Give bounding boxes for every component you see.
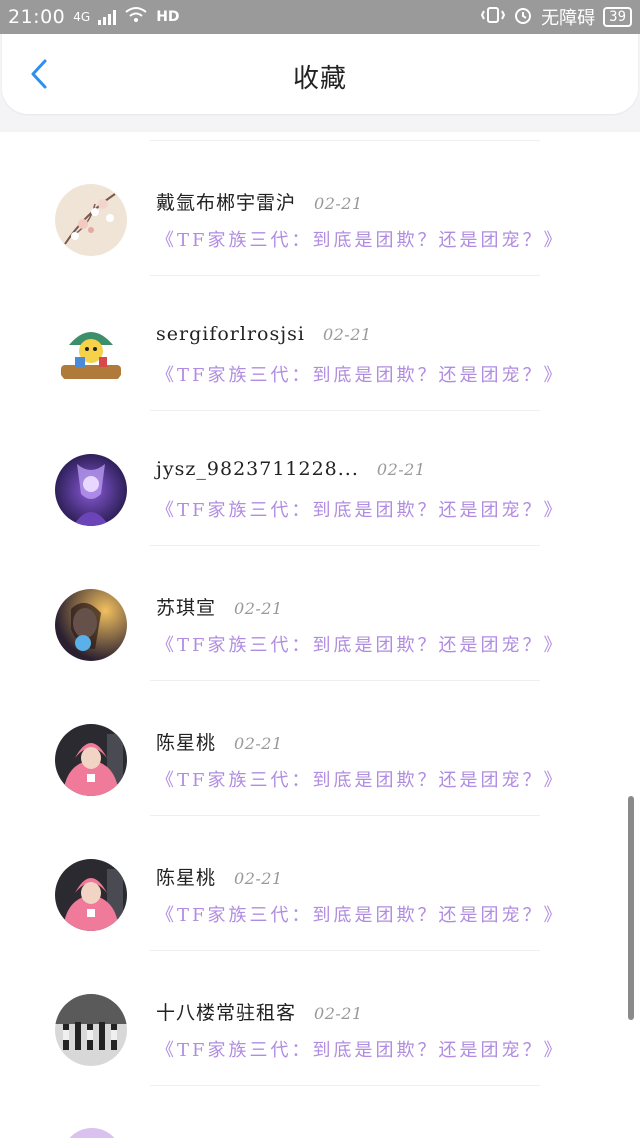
list-item[interactable]: jysz_9823711228... 02-21 《TF家族三代：到底是团欺？还是… [0, 402, 640, 546]
scrollbar[interactable] [628, 796, 634, 1020]
item-username: 苏琪宣 02-21 [156, 597, 283, 619]
status-bar: 21:00 4G HD 无障碍 39 [0, 0, 640, 34]
avatar[interactable] [55, 319, 127, 391]
favorites-list: 戴氩布郴宇雷沪 02-21 《TF家族三代：到底是团欺？还是团宠？》 sergif… [0, 132, 640, 1138]
avatar[interactable] [55, 454, 127, 526]
item-date: 02-21 [314, 194, 363, 213]
list-item[interactable]: 戴氩布郴宇雷沪 02-21 《TF家族三代：到底是团欺？还是团宠？》 [0, 132, 640, 276]
list-item[interactable]: 陈星桃 02-21 《TF家族三代：到底是团欺？还是团宠？》 [0, 807, 640, 951]
wifi-icon [124, 6, 148, 29]
list-item[interactable]: sergiforlrosjsi 02-21 《TF家族三代：到底是团欺？还是团宠？… [0, 267, 640, 411]
item-title-link[interactable]: 《TF家族三代：到底是团欺？还是团宠？》 [156, 766, 565, 792]
hd-badge: HD [156, 9, 180, 25]
item-username: 十八楼常驻租客 02-21 [156, 1002, 363, 1024]
item-username: sergiforlrosjsi 02-21 [156, 323, 372, 345]
item-date: 02-21 [234, 734, 283, 753]
avatar[interactable] [55, 859, 127, 931]
signal-icon [98, 9, 117, 25]
item-date: 02-21 [322, 325, 372, 344]
avatar[interactable] [62, 1128, 122, 1138]
alarm-icon [513, 5, 533, 30]
item-title-link[interactable]: 《TF家族三代：到底是团欺？还是团宠？》 [156, 226, 565, 252]
list-item[interactable]: 十八楼常驻租客 02-21 《TF家族三代：到底是团欺？还是团宠？》 [0, 942, 640, 1086]
item-username: jysz_9823711228... 02-21 [156, 458, 426, 480]
item-title-link[interactable]: 《TF家族三代：到底是团欺？还是团宠？》 [156, 496, 565, 522]
item-title-link[interactable]: 《TF家族三代：到底是团欺？还是团宠？》 [156, 361, 565, 387]
network-label: 4G [73, 10, 91, 24]
item-title-link[interactable]: 《TF家族三代：到底是团欺？还是团宠？》 [156, 1036, 565, 1062]
item-date: 02-21 [234, 599, 283, 618]
item-date: 02-21 [314, 1004, 363, 1023]
item-title-link[interactable]: 《TF家族三代：到底是团欺？还是团宠？》 [156, 631, 565, 657]
avatar[interactable] [55, 724, 127, 796]
item-username: 陈星桃 02-21 [156, 732, 283, 754]
item-date: 02-21 [234, 869, 283, 888]
status-time: 21:00 [8, 6, 66, 28]
item-date: 02-21 [376, 460, 426, 479]
nav-header: 收藏 [2, 34, 638, 114]
item-username: 陈星桃 02-21 [156, 867, 283, 889]
carrier-label: 无障碍 [541, 8, 596, 29]
item-title-link[interactable]: 《TF家族三代：到底是团欺？还是团宠？》 [156, 901, 565, 927]
divider [150, 1085, 540, 1086]
item-username: 戴氩布郴宇雷沪 02-21 [156, 192, 363, 214]
battery-icon: 39 [603, 7, 632, 27]
avatar[interactable] [55, 589, 127, 661]
list-item[interactable]: 陈星桃 02-21 《TF家族三代：到底是团欺？还是团宠？》 [0, 672, 640, 816]
avatar[interactable] [55, 184, 127, 256]
list-item[interactable]: 苏琪宣 02-21 《TF家族三代：到底是团欺？还是团宠？》 [0, 537, 640, 681]
page-title: 收藏 [292, 64, 347, 94]
avatar[interactable] [55, 994, 127, 1066]
vibrate-icon [481, 6, 506, 29]
